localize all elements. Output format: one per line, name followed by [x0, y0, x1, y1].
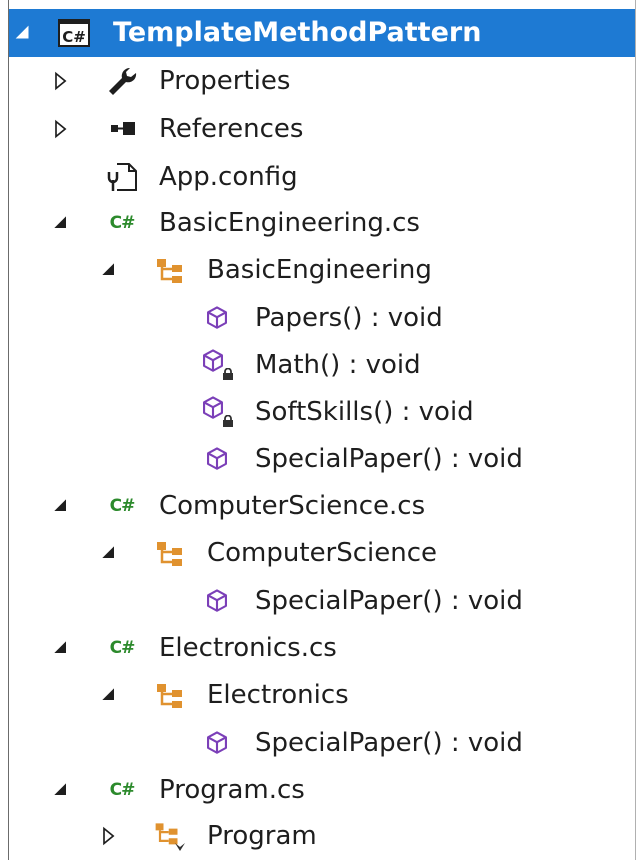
- tree-item-references[interactable]: References: [9, 105, 635, 153]
- expanded-arrow-icon[interactable]: [49, 482, 73, 530]
- tree-item-class-electronics[interactable]: Electronics: [9, 671, 635, 719]
- class-icon: [153, 246, 187, 294]
- references-label: References: [159, 114, 304, 144]
- file-label: Program.cs: [159, 775, 305, 805]
- tree-item-file-electronics[interactable]: C# Electronics.cs: [9, 624, 635, 672]
- method-label: SpecialPaper() : void: [255, 728, 523, 758]
- class-icon: [153, 529, 187, 577]
- expanded-arrow-icon[interactable]: [49, 199, 73, 247]
- project-label: TemplateMethodPattern: [113, 17, 482, 48]
- tree-item-class-basicengineering[interactable]: BasicEngineering: [9, 246, 635, 294]
- tree-item-method[interactable]: SpecialPaper() : void: [9, 435, 635, 483]
- method-protected-icon: [200, 388, 234, 436]
- method-label: SoftSkills() : void: [255, 397, 474, 427]
- tree-item-file-basicengineering[interactable]: C# BasicEngineering.cs: [9, 199, 635, 247]
- method-label: Papers() : void: [255, 303, 443, 333]
- expanded-arrow-icon[interactable]: [49, 624, 73, 672]
- collapsed-arrow-icon[interactable]: [49, 57, 73, 105]
- tree-item-project[interactable]: C# TemplateMethodPattern: [9, 9, 635, 57]
- expanded-arrow-icon[interactable]: [11, 9, 35, 57]
- wrench-icon: [105, 57, 139, 105]
- method-icon: [200, 577, 234, 625]
- tree-item-class-computerscience[interactable]: ComputerScience: [9, 529, 635, 577]
- app-config-label: App.config: [159, 162, 298, 192]
- method-label: SpecialPaper() : void: [255, 444, 523, 474]
- class-label: ComputerScience: [207, 538, 438, 568]
- tree-item-properties[interactable]: Properties: [9, 57, 635, 105]
- class-icon: [153, 671, 187, 719]
- class-label: Electronics: [207, 680, 349, 710]
- method-label: SpecialPaper() : void: [255, 586, 523, 616]
- collapsed-arrow-icon[interactable]: [97, 812, 121, 860]
- tree-item-method[interactable]: Papers() : void: [9, 294, 635, 342]
- solution-explorer-tree: C# TemplateMethodPattern Properties Refe…: [8, 0, 636, 860]
- properties-label: Properties: [159, 66, 291, 96]
- class-icon: [153, 812, 187, 860]
- expanded-arrow-icon[interactable]: [97, 671, 121, 719]
- tree-item-method-protected[interactable]: Math() : void: [9, 341, 635, 389]
- file-label: ComputerScience.cs: [159, 491, 426, 521]
- csharp-file-icon: C#: [109, 213, 136, 233]
- class-label: BasicEngineering: [207, 255, 432, 285]
- config-file-icon: [105, 153, 139, 201]
- tree-item-method[interactable]: SpecialPaper() : void: [9, 719, 635, 767]
- references-icon: [105, 105, 139, 153]
- tree-item-app-config[interactable]: App.config: [9, 153, 635, 201]
- tree-item-file-computerscience[interactable]: C# ComputerScience.cs: [9, 482, 635, 530]
- csharp-project-icon: C#: [57, 9, 91, 57]
- expanded-arrow-icon[interactable]: [49, 766, 73, 814]
- file-label: BasicEngineering.cs: [159, 208, 420, 238]
- method-label: Math() : void: [255, 350, 421, 380]
- method-icon: [200, 294, 234, 342]
- tree-item-method-protected[interactable]: SoftSkills() : void: [9, 388, 635, 436]
- tree-item-class-program[interactable]: Program: [9, 812, 635, 860]
- tree-item-file-program[interactable]: C# Program.cs: [9, 766, 635, 814]
- file-label: Electronics.cs: [159, 633, 337, 663]
- class-label: Program: [207, 821, 317, 851]
- method-icon: [200, 435, 234, 483]
- expanded-arrow-icon[interactable]: [97, 529, 121, 577]
- collapsed-arrow-icon[interactable]: [49, 105, 73, 153]
- csharp-file-icon: C#: [109, 496, 136, 516]
- svg-text:C#: C#: [62, 28, 86, 46]
- expanded-arrow-icon[interactable]: [97, 246, 121, 294]
- tree-item-method[interactable]: SpecialPaper() : void: [9, 577, 635, 625]
- method-icon: [200, 719, 234, 767]
- method-protected-icon: [200, 341, 234, 389]
- csharp-file-icon: C#: [109, 638, 136, 658]
- csharp-file-icon: C#: [109, 780, 136, 800]
